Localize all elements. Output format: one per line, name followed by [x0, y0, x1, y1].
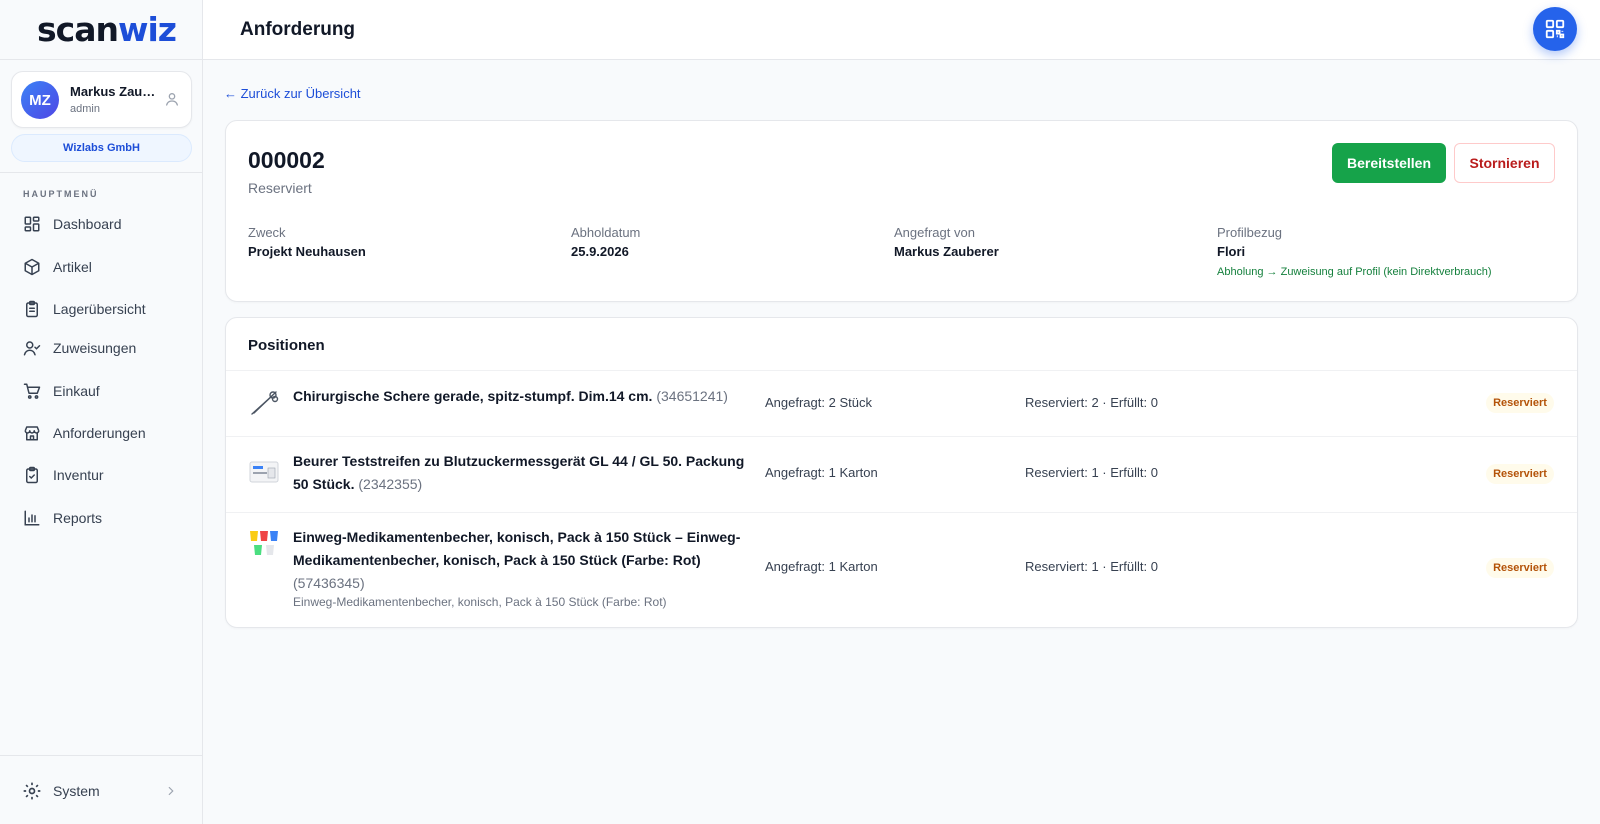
item-article-number: (2342355) — [358, 476, 423, 492]
box-icon — [22, 257, 42, 277]
clipboard-list-icon — [22, 299, 42, 319]
status-badge: Reserviert — [1486, 393, 1554, 413]
sidebar-item-anforderungen[interactable]: Anforderungen — [11, 415, 192, 451]
item-title: Einweg-Medikamentenbecher, konisch, Pack… — [293, 526, 753, 595]
meta-profile: Profilbezug Flori Abholung → Zuweisung a… — [1217, 225, 1492, 278]
meta-purpose: Zweck Projekt Neuhausen — [248, 225, 366, 259]
product-image — [248, 456, 280, 488]
company-badge[interactable]: Wizlabs GmbH — [11, 134, 192, 162]
sidebar-item-einkauf[interactable]: Einkauf — [11, 373, 192, 409]
divider — [0, 755, 202, 756]
user-icon[interactable] — [164, 91, 180, 107]
brand-logo-part2: wiz — [117, 10, 177, 49]
product-image — [248, 529, 280, 561]
list-item[interactable]: Einweg-Medikamentenbecher, konisch, Pack… — [226, 512, 1577, 626]
user-name: Markus Zau… — [70, 84, 156, 99]
list-item[interactable]: Beurer Teststreifen zu Blutzuckermessger… — [226, 436, 1577, 512]
sidebar-item-label: Lagerübersicht — [53, 301, 146, 317]
user-role: admin — [70, 103, 100, 115]
sidebar: scanwiz MZ Markus Zau… admin Wizlabs Gmb… — [0, 0, 203, 824]
sidebar-item-inventur[interactable]: Inventur — [11, 457, 192, 493]
page-title: Anforderung — [240, 19, 356, 40]
profile-note: Abholung → Zuweisung auf Profil (kein Di… — [1217, 266, 1492, 278]
item-title: Beurer Teststreifen zu Blutzuckermessger… — [293, 450, 753, 496]
meta-pickup-date: Abholdatum 25.9.2026 — [571, 225, 640, 259]
status-badge: Reserviert — [1486, 464, 1554, 484]
dashboard-icon — [22, 214, 42, 234]
sidebar-item-label: Dashboard — [53, 216, 122, 232]
request-id: 000002 — [248, 147, 325, 173]
item-name: Einweg-Medikamentenbecher, konisch, Pack… — [293, 529, 741, 568]
bar-chart-icon — [22, 508, 42, 528]
gear-icon — [23, 782, 41, 800]
qr-code-icon — [1545, 19, 1565, 39]
meta-label: Angefragt von — [894, 225, 975, 240]
user-check-icon — [22, 338, 42, 358]
reserved-quantity: Reserviert: 2 · Erfüllt: 0 — [1025, 395, 1158, 410]
product-image — [248, 386, 280, 418]
section-title: Positionen — [248, 337, 325, 354]
requested-quantity: Angefragt: 1 Karton — [765, 465, 878, 480]
meta-value: Markus Zauberer — [894, 244, 999, 259]
brand-logo[interactable]: scanwiz — [37, 10, 177, 49]
sidebar-item-label: Zuweisungen — [53, 340, 137, 356]
item-article-number: (34651241) — [656, 388, 728, 404]
list-item[interactable]: Chirurgische Schere gerade, spitz-stumpf… — [226, 370, 1577, 436]
requested-quantity: Angefragt: 2 Stück — [765, 395, 872, 410]
sidebar-item-reports[interactable]: Reports — [11, 500, 192, 536]
sidebar-item-dashboard[interactable]: Dashboard — [11, 206, 192, 242]
sidebar-item-system[interactable]: System — [11, 773, 192, 809]
item-name: Chirurgische Schere gerade, spitz-stumpf… — [293, 388, 653, 404]
positions-card: Positionen Chirurgische Schere gerade, s… — [225, 317, 1578, 628]
meta-label: Zweck — [248, 225, 286, 240]
top-bar: Anforderung — [203, 0, 1600, 60]
requested-quantity: Angefragt: 1 Karton — [765, 559, 878, 574]
meta-requested-by: Angefragt von Markus Zauberer — [894, 225, 999, 259]
sidebar-item-label: Anforderungen — [53, 425, 146, 441]
brand-logo-part1: scan — [37, 10, 119, 49]
sidebar-item-label: Reports — [53, 510, 103, 526]
sidebar-item-label: System — [53, 783, 100, 799]
chevron-right-icon — [168, 786, 174, 796]
item-article-number: (57436345) — [293, 575, 365, 591]
request-status: Reserviert — [248, 180, 312, 196]
meta-value: 25.9.2026 — [571, 244, 629, 259]
menu-heading: HAUPTMENÜ — [23, 189, 99, 199]
divider — [0, 172, 202, 173]
sidebar-item-label: Inventur — [53, 467, 104, 483]
meta-label: Abholdatum — [571, 225, 641, 240]
meta-label: Profilbezug — [1217, 225, 1283, 240]
sidebar-item-lageruebersicht[interactable]: Lagerübersicht — [11, 291, 192, 327]
cart-icon — [22, 381, 42, 401]
sidebar-item-label: Artikel — [53, 259, 92, 275]
user-card[interactable]: MZ Markus Zau… admin — [11, 71, 192, 128]
status-badge: Reserviert — [1486, 558, 1554, 578]
sidebar-item-zuweisungen[interactable]: Zuweisungen — [11, 330, 192, 366]
back-link[interactable]: ← Zurück zur Übersicht — [224, 86, 361, 101]
request-card: 000002 Reserviert Bereitstellen Stornier… — [225, 120, 1578, 302]
item-variant: Einweg-Medikamentenbecher, konisch, Pack… — [293, 595, 667, 609]
sidebar-item-artikel[interactable]: Artikel — [11, 249, 192, 285]
clipboard-check-icon — [22, 465, 42, 485]
reserved-quantity: Reserviert: 1 · Erfüllt: 0 — [1025, 559, 1158, 574]
provide-button[interactable]: Bereitstellen — [1332, 143, 1446, 183]
cancel-button[interactable]: Stornieren — [1454, 143, 1555, 183]
store-icon — [22, 423, 42, 443]
reserved-quantity: Reserviert: 1 · Erfüllt: 0 — [1025, 465, 1158, 480]
qr-scan-button[interactable] — [1533, 7, 1577, 51]
avatar: MZ — [21, 81, 59, 119]
meta-value: Projekt Neuhausen — [248, 244, 366, 259]
sidebar-item-label: Einkauf — [53, 383, 100, 399]
divider — [0, 59, 202, 60]
meta-value: Flori — [1217, 244, 1246, 259]
item-title: Chirurgische Schere gerade, spitz-stumpf… — [293, 385, 753, 408]
